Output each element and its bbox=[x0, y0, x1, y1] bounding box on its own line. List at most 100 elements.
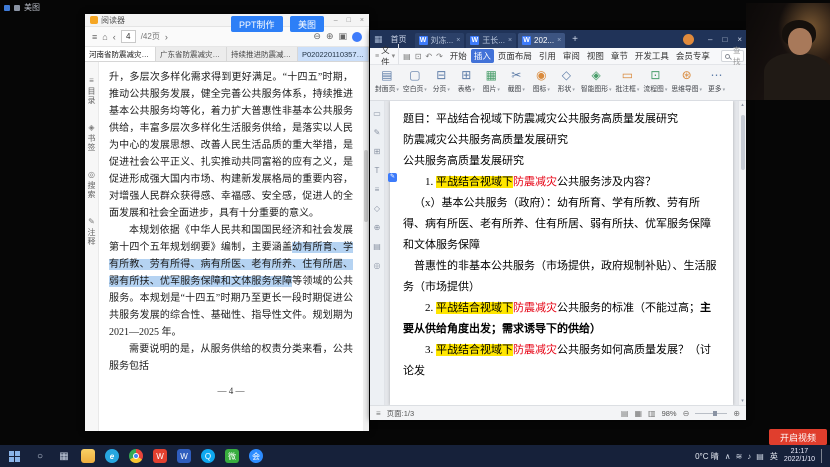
rail-tool-icon[interactable]: ✎ bbox=[374, 128, 381, 137]
search-box[interactable]: 查找 bbox=[721, 50, 745, 62]
ribbon-tab[interactable]: 开发工具 bbox=[632, 49, 672, 63]
tray-icon[interactable]: ♪ bbox=[747, 452, 751, 461]
pdf-document-tab[interactable]: 河南省防震减灾公共服务发... bbox=[85, 47, 156, 61]
ppt-make-button[interactable]: PPT制作 bbox=[231, 16, 283, 32]
outline-view-icon[interactable]: ▥ bbox=[648, 409, 656, 418]
zoom-in-button[interactable]: ⊕ bbox=[733, 409, 740, 418]
save-icon[interactable]: ▤ bbox=[403, 52, 411, 61]
clock[interactable]: 21:17 2022/1/10 bbox=[784, 448, 815, 464]
fit-page-button[interactable]: ▣ bbox=[338, 31, 347, 42]
rail-tool-icon[interactable]: ▭ bbox=[373, 109, 381, 118]
web-view-icon[interactable]: ▦ bbox=[634, 409, 642, 418]
taskbar-app-icon[interactable]: W bbox=[148, 445, 172, 467]
menu-icon[interactable]: ≡ bbox=[92, 32, 97, 42]
tray-icon[interactable]: ▤ bbox=[756, 452, 764, 461]
ime-indicator[interactable]: 英 bbox=[770, 451, 778, 462]
next-page-button[interactable]: › bbox=[165, 32, 168, 42]
minimize-button[interactable]: – bbox=[334, 17, 338, 24]
prev-page-button[interactable]: ‹ bbox=[113, 32, 116, 42]
taskbar-app-icon[interactable]: ● bbox=[124, 445, 148, 467]
action-center-button[interactable] bbox=[821, 449, 826, 463]
zoom-slider[interactable] bbox=[695, 413, 727, 414]
home-tab[interactable]: 首页 bbox=[386, 34, 412, 45]
document-page[interactable]: ✎ 题目：平战结合视域下防震减灾公共服务高质量发展研究 防震减灾公共服务高质量发… bbox=[390, 101, 733, 405]
meitu-button[interactable]: 美图 bbox=[290, 16, 324, 32]
ribbon-button[interactable]: ⊛ 思维导图 bbox=[669, 68, 704, 93]
tray-icon[interactable]: ≋ bbox=[736, 452, 743, 461]
taskbar-app-icon[interactable]: ▦ bbox=[52, 445, 76, 467]
ribbon-button[interactable]: ⋯ 更多 bbox=[704, 68, 729, 93]
redo-icon[interactable]: ↷ bbox=[436, 52, 443, 61]
rail-tool-icon[interactable]: ⊞ bbox=[374, 147, 381, 156]
close-button[interactable]: × bbox=[360, 17, 364, 24]
maximize-button[interactable]: □ bbox=[722, 35, 727, 44]
document-tab[interactable]: W 202... × bbox=[518, 33, 565, 48]
ribbon-button[interactable]: ◇ 形状 bbox=[554, 68, 579, 93]
rail-tool-icon[interactable]: ◎ bbox=[374, 261, 381, 270]
start-video-button[interactable]: 开启视频 bbox=[769, 429, 827, 445]
ribbon-button[interactable]: ▦ 图片 bbox=[479, 68, 504, 93]
user-avatar[interactable] bbox=[683, 34, 694, 45]
sidebar-tool-button[interactable]: ≡ 目录 bbox=[86, 76, 97, 105]
reader-account-icon[interactable] bbox=[352, 32, 362, 42]
close-tab-icon[interactable]: × bbox=[456, 37, 460, 44]
taskbar-app-icon[interactable] bbox=[76, 445, 100, 467]
zoom-slider-thumb[interactable] bbox=[713, 411, 717, 416]
pdf-scrollbar[interactable] bbox=[363, 62, 369, 431]
taskbar-app-icon[interactable]: Q bbox=[196, 445, 220, 467]
taskbar-app-icon[interactable]: e bbox=[100, 445, 124, 467]
ribbon-tab[interactable]: 会员专享 bbox=[673, 49, 713, 63]
ribbon-button[interactable]: ◈ 智能图形 bbox=[579, 68, 614, 93]
pdf-document-tab[interactable]: 持续推进防震减灾基本公共... bbox=[227, 47, 298, 61]
rail-tool-icon[interactable]: ≡ bbox=[375, 185, 380, 194]
home-icon[interactable]: ⌂ bbox=[102, 32, 107, 42]
scroll-down-icon[interactable]: ▾ bbox=[739, 398, 746, 404]
taskbar-app-icon[interactable]: ○ bbox=[28, 445, 52, 467]
minimize-button[interactable]: – bbox=[708, 35, 712, 44]
ribbon-tab[interactable]: 审阅 bbox=[560, 49, 583, 63]
zoom-in-button[interactable]: ⊕ bbox=[326, 31, 334, 42]
zoom-out-button[interactable]: ⊖ bbox=[313, 31, 321, 42]
ribbon-tab[interactable]: 插入 bbox=[471, 49, 494, 63]
ribbon-button[interactable]: ⊞ 表格 bbox=[454, 68, 479, 93]
page-number-input[interactable] bbox=[121, 30, 136, 43]
ribbon-button[interactable]: ▤ 封面页 bbox=[373, 68, 401, 93]
rail-tool-icon[interactable]: T bbox=[375, 166, 380, 175]
ribbon-tab[interactable]: 页面布局 bbox=[495, 49, 535, 63]
ribbon-button[interactable]: ▭ 批注框 bbox=[614, 68, 642, 93]
ribbon-tab[interactable]: 章节 bbox=[608, 49, 631, 63]
sidebar-tool-button[interactable]: ✎ 注释 bbox=[86, 217, 97, 246]
document-scrollbar[interactable]: ▴ ▾ bbox=[738, 101, 746, 405]
rail-tool-icon[interactable]: ⊕ bbox=[374, 223, 381, 232]
pdf-document-tab[interactable]: 广东省防震减灾公共服务标... bbox=[156, 47, 227, 61]
ribbon-button[interactable]: ⊡ 流程图 bbox=[641, 68, 669, 93]
scrollbar-thumb[interactable] bbox=[741, 115, 745, 170]
webcam-video[interactable] bbox=[746, 3, 830, 100]
tray-icon[interactable]: ∧ bbox=[725, 452, 731, 461]
scrollbar-thumb[interactable] bbox=[364, 150, 368, 222]
ribbon-button[interactable]: ▢ 空白页 bbox=[401, 68, 429, 93]
rail-tool-icon[interactable]: ▤ bbox=[373, 242, 381, 251]
pdf-document-tab[interactable]: P02022011035704... bbox=[298, 47, 369, 61]
ribbon-tab[interactable]: 引用 bbox=[536, 49, 559, 63]
document-tab[interactable]: W 王长... × bbox=[466, 33, 516, 48]
app-menu-icon[interactable]: ▦ bbox=[374, 34, 383, 45]
taskbar-app-icon[interactable]: W bbox=[172, 445, 196, 467]
weather-widget[interactable]: 0°C 晴 bbox=[695, 451, 719, 462]
zoom-out-button[interactable]: ⊖ bbox=[683, 409, 690, 418]
taskbar-app-icon[interactable]: 微 bbox=[220, 445, 244, 467]
rail-tool-icon[interactable]: ◇ bbox=[374, 204, 380, 213]
close-tab-icon[interactable]: × bbox=[557, 37, 561, 44]
status-menu-icon[interactable]: ≡ bbox=[376, 409, 381, 418]
ribbon-button[interactable]: ✂ 截图 bbox=[504, 68, 529, 93]
ribbon-button[interactable]: ◉ 图标 bbox=[529, 68, 554, 93]
undo-icon[interactable]: ↶ bbox=[425, 52, 432, 61]
close-tab-icon[interactable]: × bbox=[508, 37, 512, 44]
taskbar-app-icon[interactable]: 会 bbox=[244, 445, 268, 467]
document-tab[interactable]: W 刘冻... × bbox=[415, 33, 465, 48]
ribbon-tab[interactable]: 视图 bbox=[584, 49, 607, 63]
page-view-icon[interactable]: ▤ bbox=[621, 409, 629, 418]
ribbon-button[interactable]: ⊟ 分页 bbox=[429, 68, 454, 93]
maximize-button[interactable]: □ bbox=[347, 17, 351, 24]
print-icon[interactable]: ⊡ bbox=[415, 52, 422, 61]
